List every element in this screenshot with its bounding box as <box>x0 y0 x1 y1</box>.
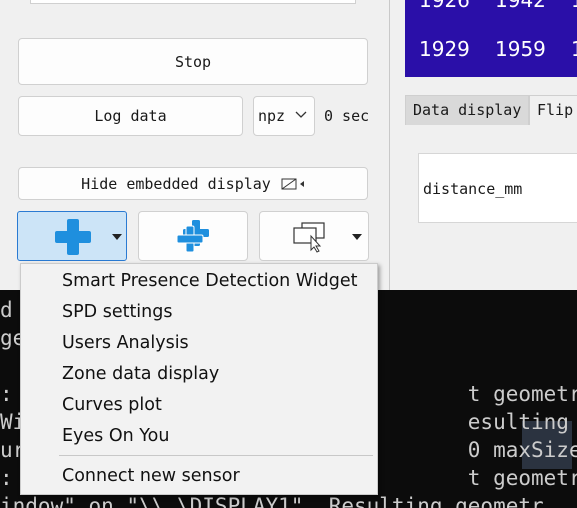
terminal-line: d <box>0 298 13 322</box>
stop-button-label: Stop <box>174 52 212 71</box>
hidden-display-icon <box>281 178 304 189</box>
display-tabs: Data display Flip <box>405 95 577 125</box>
field-label: distance_mm <box>423 180 523 198</box>
tab-data-display[interactable]: Data display <box>405 95 530 125</box>
dropdown-arrow-icon <box>352 234 362 240</box>
log-format-value: npz <box>258 107 286 125</box>
menu-item-zone-data-display[interactable]: Zone data display <box>62 360 219 388</box>
log-data-label: Log data <box>94 107 167 125</box>
menu-item-users-analysis[interactable]: Users Analysis <box>62 329 189 357</box>
log-format-select[interactable]: npz <box>253 96 315 136</box>
window-layout-button[interactable] <box>259 211 369 261</box>
chevron-down-icon <box>295 111 307 118</box>
embedded-display-pane: 1926 1942 1 1929 1959 1 Data display Fli… <box>389 0 577 290</box>
tab-flip[interactable]: Flip <box>529 95 577 125</box>
log-duration-text: 0 sec <box>324 107 370 125</box>
log-data-button[interactable]: Log data <box>18 96 243 136</box>
stop-button[interactable]: Stop <box>18 38 368 85</box>
zone-cell: 1 <box>571 0 577 12</box>
terminal-line: indow" on "\\.\DISPLAY1". Resulting geom… <box>0 494 544 508</box>
menu-gutter <box>21 264 53 494</box>
menu-item-spd-settings[interactable]: SPD settings <box>62 298 173 326</box>
zone-cell: 1929 <box>419 37 470 61</box>
menu-item-smart-presence-detection[interactable]: Smart Presence Detection Widget <box>62 267 357 295</box>
add-multiple-widgets-button[interactable] <box>138 211 248 261</box>
top-input-field[interactable] <box>30 0 356 4</box>
windows-cursor-icon <box>293 222 325 253</box>
hide-display-label: Hide embedded display <box>81 174 271 193</box>
control-panel: Stop Log data npz 0 sec Hide embedded di… <box>0 0 390 290</box>
zone-cell: 1 <box>571 37 577 61</box>
add-widget-menu: Smart Presence Detection Widget SPD sett… <box>20 263 378 495</box>
zone-data-grid: 1926 1942 1 1929 1959 1 <box>405 0 577 77</box>
zone-cell: 1959 <box>495 37 546 61</box>
menu-item-eyes-on-you[interactable]: Eyes On You <box>62 422 169 450</box>
plus-icon <box>55 219 91 255</box>
menu-separator <box>59 455 373 456</box>
zone-cell: 1926 <box>419 0 470 12</box>
dropdown-arrow-icon <box>112 234 122 240</box>
menu-item-curves-plot[interactable]: Curves plot <box>62 391 162 419</box>
multi-plus-icon <box>176 220 209 253</box>
field-panel: distance_mm <box>418 153 577 223</box>
hide-embedded-display-button[interactable]: Hide embedded display <box>18 167 368 200</box>
zone-cell: 1942 <box>495 0 546 12</box>
add-widget-dropdown-button[interactable] <box>17 211 127 261</box>
menu-item-connect-new-sensor[interactable]: Connect new sensor <box>62 462 240 490</box>
